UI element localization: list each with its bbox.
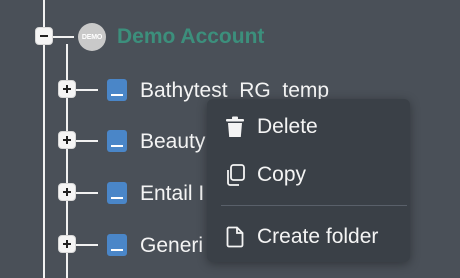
context-menu: Delete Copy Create folder [207,99,410,262]
collapse-toggle-account[interactable] [35,27,53,45]
menu-item-label: Create folder [257,225,379,248]
plus-icon [63,188,71,196]
menu-divider [221,205,407,206]
trash-icon [223,115,247,139]
menu-item-label: Delete [257,115,318,138]
plus-icon [63,85,71,93]
tree-line-item-4 [76,244,98,246]
avatar: DEMO [78,23,106,51]
expand-toggle-item-2[interactable] [58,131,76,149]
expand-toggle-item-1[interactable] [58,80,76,98]
menu-item-copy[interactable]: Copy [207,155,410,195]
book-icon [107,182,127,204]
expand-toggle-item-4[interactable] [58,235,76,253]
minus-icon [40,35,48,37]
tree-item-label[interactable]: Entail I [140,182,204,206]
account-name[interactable]: Demo Account [117,25,264,49]
plus-icon [63,240,71,248]
tree-line-item-1 [76,89,98,91]
menu-item-delete[interactable]: Delete [207,107,410,147]
file-icon [223,225,247,249]
book-icon [107,234,127,256]
tree-item-label[interactable]: Beauty [140,130,205,154]
expand-toggle-item-3[interactable] [58,183,76,201]
tree-panel: DEMO Demo Account Bathytest_RG_temp Beau… [0,0,460,278]
tree-line-item-3 [76,192,98,194]
copy-icon [223,163,247,187]
plus-icon [63,136,71,144]
book-icon [107,79,127,101]
tree-item-label[interactable]: Generi [140,234,203,258]
menu-item-label: Copy [257,163,307,186]
menu-item-create-folder[interactable]: Create folder [207,217,410,257]
book-icon [107,130,127,152]
tree-line-item-2 [76,140,98,142]
tree-line-account [52,36,74,38]
